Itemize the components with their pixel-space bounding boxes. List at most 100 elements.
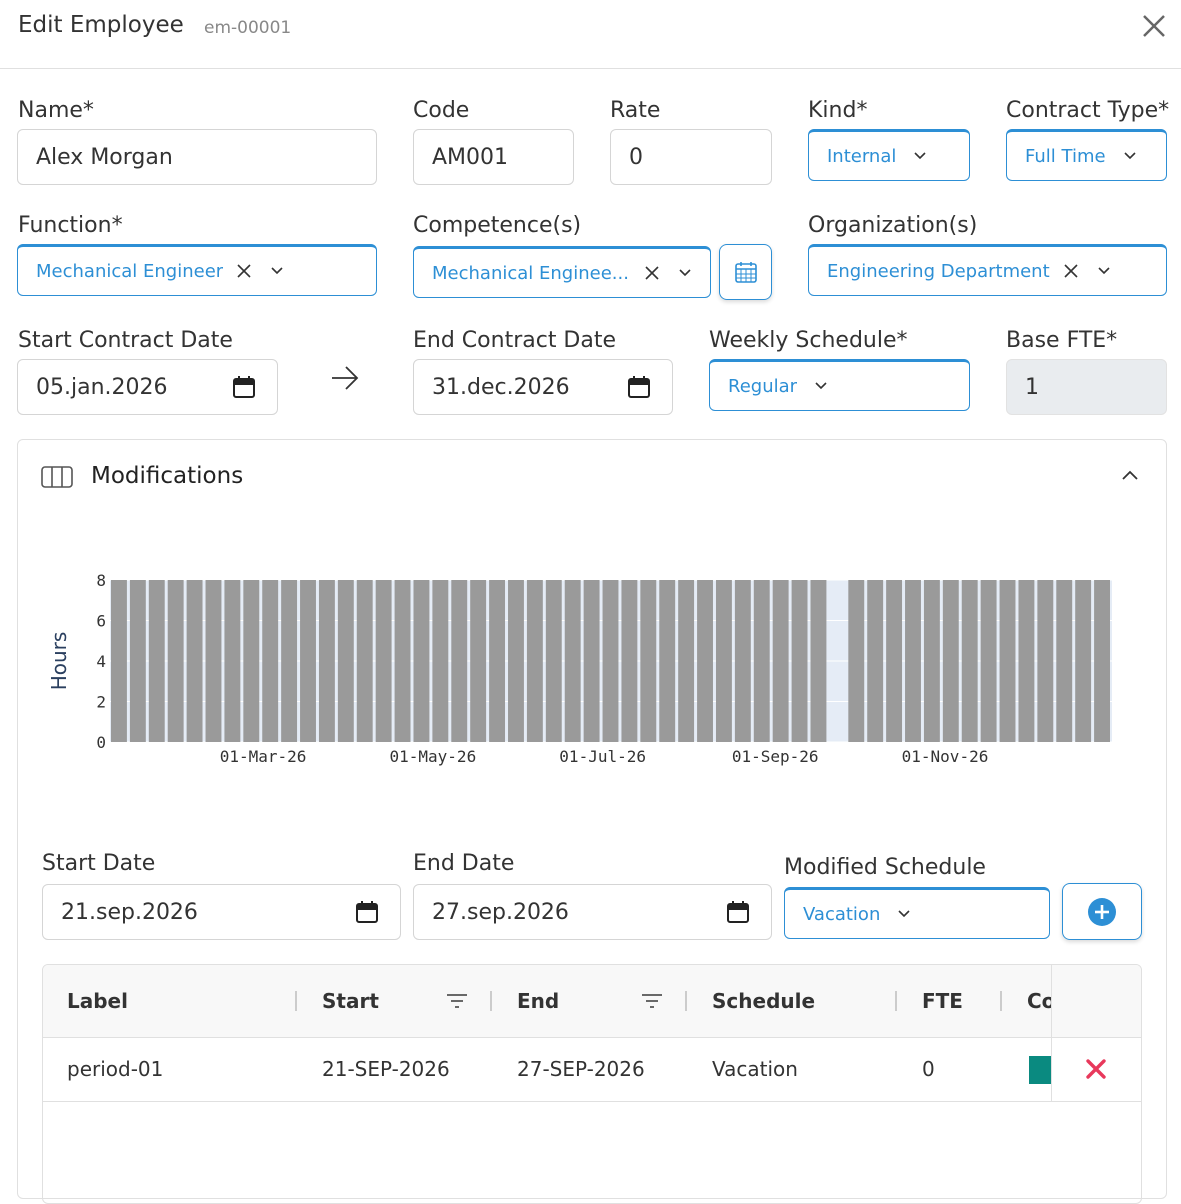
x-tick-label: 01-May-26 — [390, 747, 477, 766]
cell-fte: 0 — [922, 1057, 935, 1081]
column-resize-handle[interactable] — [895, 991, 897, 1011]
bar — [564, 580, 581, 742]
end-contract-input[interactable]: 31.dec.2026 — [413, 359, 673, 415]
competence-calendar-button[interactable] — [719, 244, 772, 300]
bar — [734, 580, 751, 742]
chevron-down-icon — [679, 269, 691, 277]
bar — [980, 580, 997, 742]
y-tick-label: 4 — [96, 652, 106, 671]
x-tick-label: 01-Nov-26 — [902, 747, 989, 766]
cell-start: 21-SEP-2026 — [322, 1057, 450, 1081]
bar — [923, 580, 940, 742]
bar — [186, 580, 203, 742]
bar — [791, 580, 808, 742]
clear-icon[interactable] — [237, 264, 251, 278]
function-select[interactable]: Mechanical Engineer — [17, 244, 377, 296]
cell-schedule: Vacation — [712, 1057, 798, 1081]
bar — [1037, 580, 1054, 742]
modifications-title: Modifications — [91, 463, 244, 489]
column-resize-handle[interactable] — [490, 991, 492, 1011]
code-input[interactable]: AM001 — [413, 129, 574, 185]
contract-type-label: Contract Type* — [1006, 98, 1170, 123]
calendar-icon[interactable] — [356, 901, 378, 923]
function-value: Mechanical Engineer — [36, 260, 224, 282]
modified-schedule-label: Modified Schedule — [784, 855, 986, 880]
calendar-grid-icon — [734, 262, 757, 283]
competence-select[interactable]: Mechanical Enginee... — [413, 246, 711, 298]
bar — [470, 580, 487, 742]
start-contract-input[interactable]: 05.jan.2026 — [17, 359, 278, 415]
y-tick-label: 0 — [96, 733, 106, 752]
bar — [205, 580, 222, 742]
column-header-end[interactable]: End — [517, 965, 559, 1037]
bar — [224, 580, 241, 742]
calendar-icon[interactable] — [628, 376, 650, 398]
x-tick-label: 01-Sep-26 — [732, 747, 819, 766]
clear-icon[interactable] — [1064, 264, 1078, 278]
bar — [413, 580, 430, 742]
row-divider — [43, 1101, 1141, 1102]
name-label: Name* — [18, 98, 94, 123]
organization-select[interactable]: Engineering Department — [808, 244, 1167, 296]
column-header-label[interactable]: Label — [67, 965, 128, 1037]
bar — [489, 580, 506, 742]
calendar-icon[interactable] — [727, 901, 749, 923]
header-divider — [0, 68, 1181, 69]
close-icon[interactable] — [1138, 10, 1170, 42]
bar — [678, 580, 695, 742]
name-input[interactable]: Alex Morgan — [17, 129, 377, 185]
bar — [659, 580, 676, 742]
column-header-color[interactable]: Co — [1027, 965, 1051, 1037]
start-contract-label: Start Contract Date — [18, 328, 233, 353]
bar — [905, 580, 921, 742]
dialog-title: Edit Employee — [18, 12, 184, 38]
start-date-input[interactable]: 21.sep.2026 — [42, 884, 401, 940]
cell-label: period-01 — [67, 1057, 164, 1081]
kind-value: Internal — [827, 145, 897, 167]
bar — [1056, 580, 1073, 742]
filter-icon[interactable] — [445, 993, 469, 1009]
bar — [886, 580, 903, 742]
bar — [867, 580, 884, 742]
x-tick-label: 01-Mar-26 — [220, 747, 307, 766]
end-date-input[interactable]: 27.sep.2026 — [413, 884, 772, 940]
bar — [375, 580, 392, 742]
bar — [356, 580, 373, 742]
bar — [148, 580, 165, 742]
bar — [545, 580, 562, 742]
weekly-schedule-label: Weekly Schedule* — [709, 328, 908, 353]
chevron-down-icon — [815, 382, 827, 390]
column-header-schedule[interactable]: Schedule — [712, 965, 815, 1037]
contract-type-value: Full Time — [1025, 145, 1106, 167]
modified-schedule-select[interactable]: Vacation — [784, 887, 1050, 939]
column-header-fte[interactable]: FTE — [922, 965, 963, 1037]
column-resize-handle[interactable] — [685, 991, 687, 1011]
filter-icon[interactable] — [640, 993, 664, 1009]
function-label: Function* — [18, 213, 123, 238]
rate-input[interactable]: 0 — [610, 129, 772, 185]
modifications-table: Label Start End Schedule FTE Co period-0… — [42, 964, 1142, 1204]
chevron-down-icon — [1123, 152, 1136, 160]
bar — [848, 580, 865, 742]
bar — [942, 580, 959, 742]
column-header-start[interactable]: Start — [322, 965, 379, 1037]
modified-schedule-value: Vacation — [803, 903, 881, 925]
chevron-up-icon[interactable] — [1120, 468, 1140, 482]
rate-label: Rate — [610, 98, 661, 123]
calendar-icon[interactable] — [233, 376, 255, 398]
base-fte-label: Base FTE* — [1006, 328, 1118, 353]
color-swatch[interactable] — [1029, 1056, 1051, 1084]
kind-label: Kind* — [808, 98, 868, 123]
bar — [262, 580, 279, 742]
column-resize-handle[interactable] — [1000, 991, 1002, 1011]
end-date-value: 27.sep.2026 — [432, 899, 569, 925]
competence-value: Mechanical Enginee... — [432, 262, 629, 284]
add-modification-button[interactable] — [1062, 883, 1142, 940]
kind-select[interactable]: Internal — [808, 129, 970, 181]
y-tick-label: 8 — [96, 571, 106, 590]
clear-icon[interactable] — [645, 266, 659, 280]
column-resize-handle[interactable] — [295, 991, 297, 1011]
delete-icon[interactable] — [1085, 1058, 1107, 1080]
contract-type-select[interactable]: Full Time — [1006, 129, 1167, 181]
weekly-schedule-select[interactable]: Regular — [709, 359, 970, 411]
